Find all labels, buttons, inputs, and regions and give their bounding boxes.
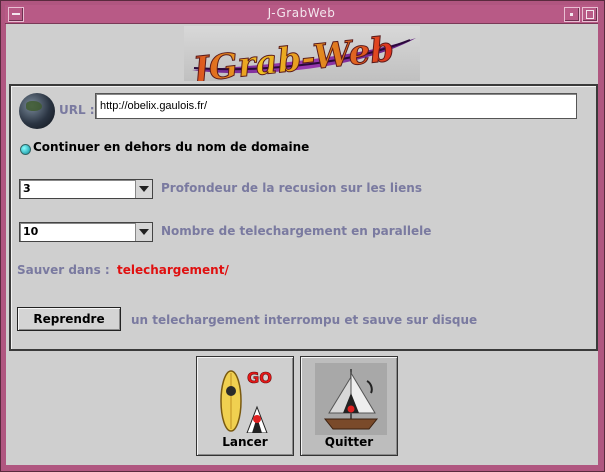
parallel-description: Nombre de telechargement en parallele bbox=[161, 224, 432, 238]
title-bar[interactable]: J-GrabWeb bbox=[5, 5, 598, 24]
window-title: J-GrabWeb bbox=[267, 6, 336, 20]
resume-button[interactable]: Reprendre bbox=[17, 307, 121, 331]
globe-icon bbox=[19, 93, 55, 129]
depth-description: Profondeur de la recusion sur les liens bbox=[161, 181, 422, 195]
window-content: JGrab-Web URL : Continuer en dehors du n… bbox=[6, 24, 598, 465]
logo-image: JGrab-Web bbox=[184, 29, 416, 81]
depth-select[interactable]: 3 bbox=[19, 179, 153, 199]
save-dir-value[interactable]: telechargement/ bbox=[117, 263, 229, 277]
quit-button[interactable]: Quitter bbox=[300, 356, 398, 456]
domain-option-label[interactable]: Continuer en dehors du nom de domaine bbox=[33, 140, 309, 154]
maximize-button[interactable] bbox=[582, 7, 598, 22]
resume-description: un telechargement interrompu et sauve su… bbox=[131, 313, 478, 327]
save-dir-label: Sauver dans : bbox=[17, 263, 110, 277]
go-badge: GO bbox=[247, 369, 272, 387]
parallel-select[interactable]: 10 bbox=[19, 222, 153, 242]
launch-label: Lancer bbox=[222, 435, 268, 449]
sailing-duke-icon bbox=[315, 363, 387, 435]
logo-text: JGrab-Web bbox=[185, 29, 396, 81]
launch-button[interactable]: GO Lancer bbox=[196, 356, 294, 456]
surfer-duke-icon: GO bbox=[220, 369, 272, 433]
depth-value: 3 bbox=[23, 182, 31, 195]
settings-panel: URL : Continuer en dehors du nom de doma… bbox=[9, 84, 598, 351]
chevron-down-icon[interactable] bbox=[135, 223, 152, 241]
quit-label: Quitter bbox=[324, 435, 374, 449]
url-label: URL : bbox=[59, 103, 95, 117]
chevron-down-icon[interactable] bbox=[135, 180, 152, 198]
app-logo-banner: JGrab-Web bbox=[184, 26, 420, 81]
parallel-value: 10 bbox=[23, 225, 39, 238]
domain-option-checkbox[interactable] bbox=[20, 144, 31, 155]
minimize-button[interactable] bbox=[564, 7, 580, 22]
url-input[interactable] bbox=[95, 93, 577, 119]
